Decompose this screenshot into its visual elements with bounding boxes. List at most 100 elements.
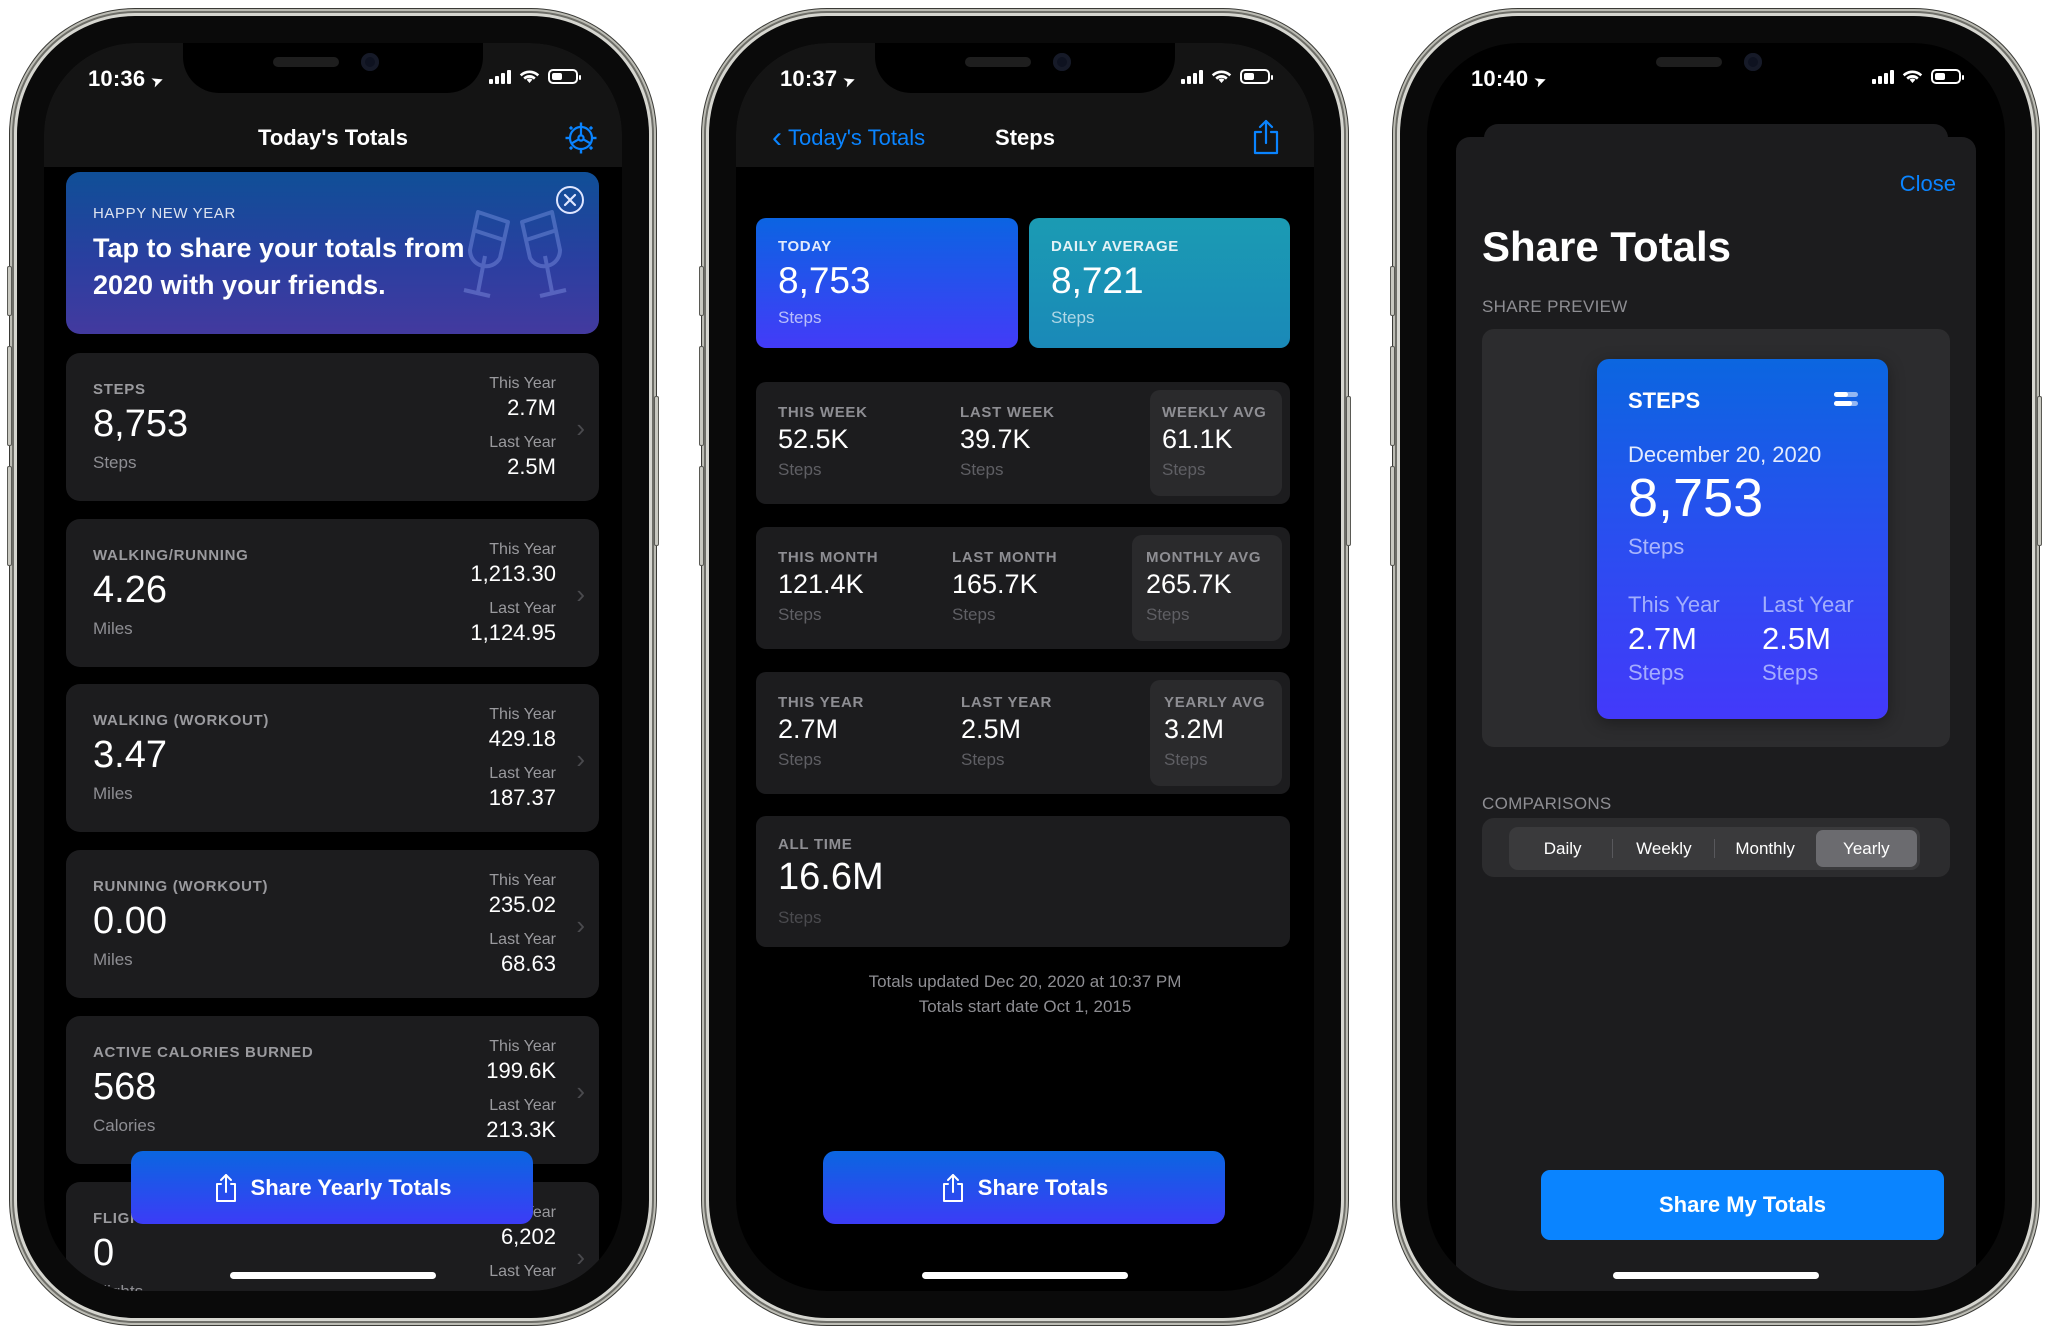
this-year-label: This Year [489, 1038, 556, 1055]
notch [183, 43, 483, 93]
card-unit: Steps [93, 453, 137, 472]
volume-down-button [7, 466, 12, 566]
segment-yearly[interactable]: Yearly [1815, 830, 1917, 867]
cellular-signal-icon [1181, 69, 1203, 84]
new-year-banner[interactable]: HAPPY NEW YEAR Tap to share your totals … [66, 172, 599, 334]
cell-label: LAST MONTH [952, 549, 1058, 566]
cell-value: 39.7K [960, 424, 1031, 454]
last-year-value: 68.63 [500, 951, 556, 976]
today-label: TODAY [778, 238, 832, 255]
this-year-value: 199.6K [486, 1058, 556, 1083]
monthly-row: THIS MONTH 121.4K Steps LAST MONTH 165.7… [756, 527, 1290, 649]
stat-card-walking-workout[interactable]: WALKING (WORKOUT) 3.47 Miles This Year 4… [66, 684, 599, 832]
volume-down-button [1390, 466, 1395, 566]
chevron-right-icon: › [576, 744, 585, 774]
preview-unit: Steps [1628, 534, 1685, 559]
card-unit: Miles [93, 950, 133, 969]
home-indicator[interactable] [230, 1272, 436, 1279]
battery-icon [1931, 69, 1964, 84]
chevron-right-icon: › [576, 910, 585, 940]
today-value: 8,753 [778, 260, 871, 301]
share-icon [942, 1173, 963, 1202]
cell-value: 3.2M [1164, 714, 1225, 744]
this-year-label: This Year [489, 872, 556, 889]
wifi-icon [1211, 70, 1232, 83]
banner-message: Tap to share your totals from 2020 with … [93, 233, 465, 300]
totals-updated-text: Totals updated Dec 20, 2020 at 10:37 PM [868, 972, 1182, 991]
last-year-label: Last Year [489, 1263, 556, 1280]
stat-card-steps[interactable]: STEPS 8,753 Steps This Year 2.7M Last Ye… [66, 353, 599, 501]
last-year-unit: Steps [1762, 660, 1819, 685]
power-button [2037, 396, 2042, 546]
last-year-label: Last Year [489, 434, 556, 451]
weekly-row: THIS WEEK 52.5K Steps LAST WEEK 39.7K St… [756, 382, 1290, 504]
this-year-value: 235.02 [488, 892, 556, 917]
last-year-label: Last Year [489, 1097, 556, 1114]
cell-value: 52.5K [778, 424, 849, 454]
wifi-icon [1902, 70, 1923, 83]
location-arrow-icon: ➤ [1531, 71, 1550, 92]
stat-card-walking-running[interactable]: WALKING/RUNNING 4.26 Miles This Year 1,2… [66, 519, 599, 667]
this-year-label: This Year [489, 541, 556, 558]
share-my-totals-button[interactable]: Share My Totals [1541, 1170, 1944, 1240]
segment-daily[interactable]: Daily [1512, 830, 1614, 867]
preview-last-year: Last Year 2.5M Steps [1762, 592, 1854, 686]
battery-icon [548, 69, 581, 84]
cell-unit: Steps [960, 460, 1004, 479]
close-button[interactable]: Close [1900, 171, 1956, 197]
last-year-value: 187.37 [488, 785, 556, 810]
share-button-label: Share Yearly Totals [250, 1174, 452, 1200]
share-totals-button[interactable]: Share Totals [823, 1151, 1225, 1224]
share-preview: STEPS December 20, 2020 8,753 Steps This… [1482, 329, 1950, 747]
segment-weekly[interactable]: Weekly [1613, 830, 1715, 867]
location-arrow-icon: ➤ [148, 71, 167, 92]
home-indicator[interactable] [1613, 1272, 1819, 1279]
cell-label: THIS MONTH [778, 549, 879, 566]
volume-up-button [699, 346, 704, 446]
card-value: 3.47 [93, 734, 167, 776]
last-year-value: 2.5M [507, 454, 556, 479]
share-yearly-totals-button[interactable]: Share Yearly Totals [131, 1151, 533, 1224]
all-time-label: ALL TIME [778, 836, 853, 853]
totals-start-date-text: Totals start date Oct 1, 2015 [918, 997, 1132, 1016]
page-title: Today's Totals [258, 125, 408, 150]
preview-date: December 20, 2020 [1628, 442, 1822, 467]
home-indicator[interactable] [922, 1272, 1128, 1279]
cell-label: THIS WEEK [778, 404, 868, 421]
side-button [7, 266, 12, 316]
volume-up-button [1390, 346, 1395, 446]
cell-label: WEEKLY AVG [1162, 404, 1267, 421]
card-label: WALKING/RUNNING [93, 547, 249, 564]
stat-card-active-calories[interactable]: ACTIVE CALORIES BURNED 568 Calories This… [66, 1016, 599, 1164]
cell-unit: Steps [1162, 460, 1206, 479]
yearly-row: THIS YEAR 2.7M Steps LAST YEAR 2.5M Step… [756, 672, 1290, 794]
last-year-label: Last Year [489, 765, 556, 782]
this-year-label: This Year [489, 375, 556, 392]
cellular-signal-icon [489, 69, 511, 84]
segment-monthly[interactable]: Monthly [1715, 830, 1816, 867]
cellular-signal-icon [1872, 69, 1894, 84]
preview-card: STEPS December 20, 2020 8,753 Steps This… [1597, 359, 1888, 719]
last-year-value: 213.3K [486, 1117, 556, 1142]
close-circle-icon[interactable] [555, 185, 585, 215]
daily-average-card: DAILY AVERAGE 8,721 Steps [1029, 218, 1290, 348]
this-year-value: 2.7M [1628, 621, 1697, 656]
share-icon[interactable] [1252, 119, 1280, 155]
this-year-value: 2.7M [507, 395, 556, 420]
wifi-icon [519, 70, 540, 83]
gear-icon[interactable] [564, 121, 598, 155]
volume-down-button [699, 466, 704, 566]
card-label: RUNNING (WORKOUT) [93, 878, 269, 895]
status-time: 10:37 [780, 66, 838, 91]
last-year-value: 2.5M [1762, 621, 1831, 656]
this-year-value: 6,202 [500, 1224, 556, 1249]
daily-average-value: 8,721 [1051, 260, 1144, 301]
location-arrow-icon: ➤ [840, 71, 859, 92]
stat-card-running-workout[interactable]: RUNNING (WORKOUT) 0.00 Miles This Year 2… [66, 850, 599, 998]
notch [875, 43, 1175, 93]
cell-unit: Steps [1146, 605, 1190, 624]
cell-label: THIS YEAR [778, 694, 865, 711]
cell-unit: Steps [778, 750, 822, 769]
cell-label: MONTHLY AVG [1146, 549, 1262, 566]
cell-label: YEARLY AVG [1164, 694, 1266, 711]
